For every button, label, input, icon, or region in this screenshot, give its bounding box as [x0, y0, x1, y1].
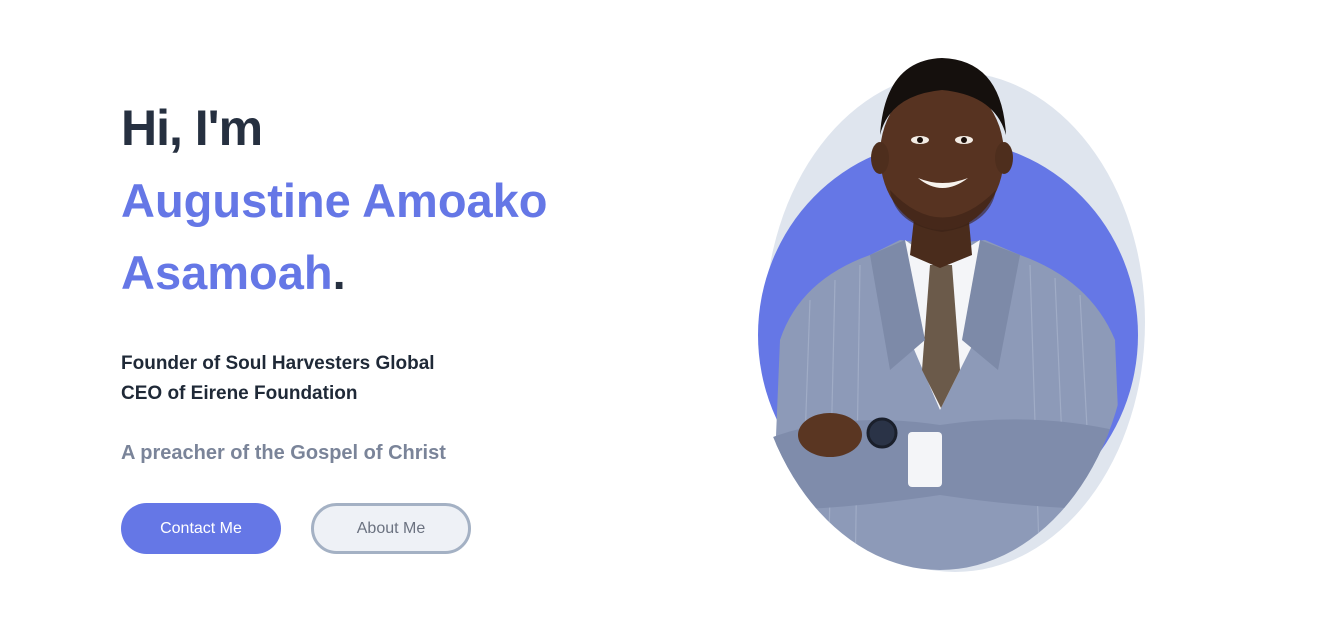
- hero-intro: Hi, I'm Augustine Amoako Asamoah. Founde…: [121, 95, 681, 554]
- about-me-button[interactable]: About Me: [311, 503, 471, 554]
- role-founder: Founder of Soul Harvesters Global: [121, 353, 435, 374]
- tagline: A preacher of the Gospel of Christ: [121, 442, 446, 464]
- name-heading: Augustine Amoako Asamoah.: [121, 165, 681, 309]
- hero-buttons: Contact Me About Me: [121, 503, 681, 554]
- name-line-2: Asamoah: [121, 246, 333, 299]
- roles-list: Founder of Soul Harvesters Global CEO of…: [121, 349, 681, 409]
- portrait-photo: [758, 58, 1145, 572]
- name-line-1: Augustine Amoako: [121, 174, 548, 227]
- watch-icon: [866, 417, 898, 449]
- role-ceo: CEO of Eirene Foundation: [121, 383, 358, 404]
- hero-section: Hi, I'm Augustine Amoako Asamoah. Founde…: [0, 0, 1334, 621]
- name-period: .: [332, 246, 346, 299]
- contact-me-button[interactable]: Contact Me: [121, 503, 281, 554]
- greeting-heading: Hi, I'm: [121, 100, 263, 156]
